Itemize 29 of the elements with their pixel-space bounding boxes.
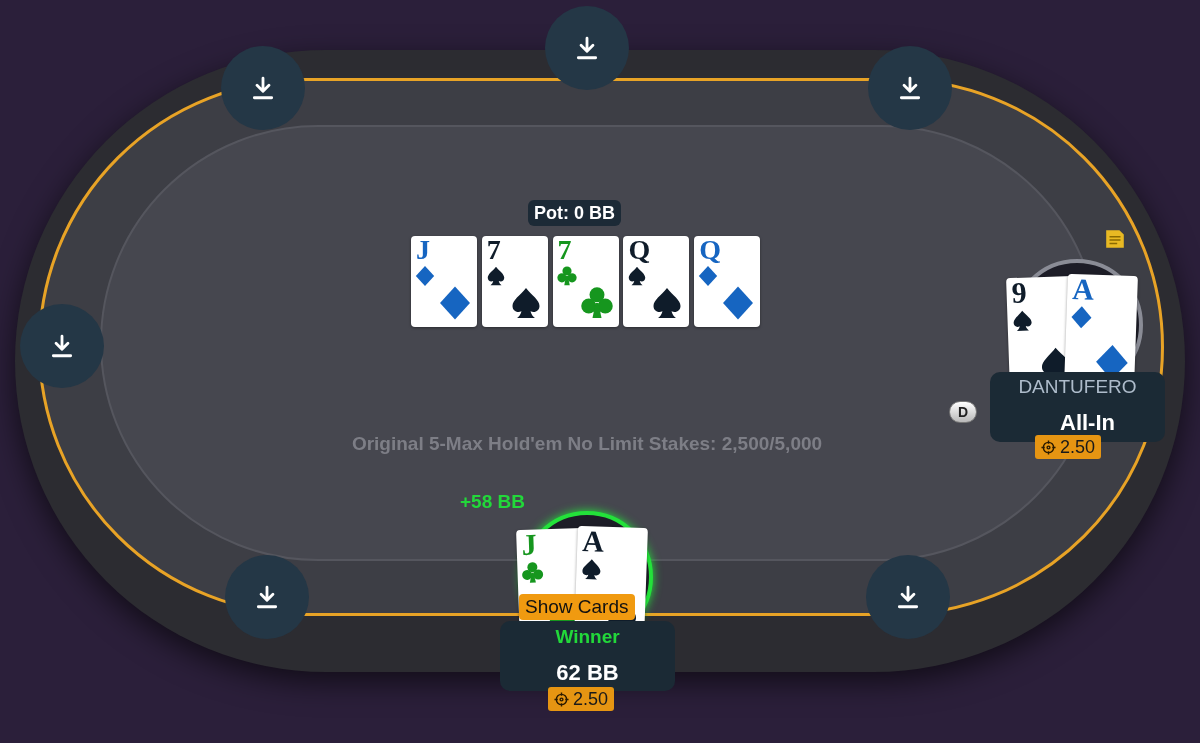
card-rank: J	[521, 529, 538, 561]
download-icon	[49, 333, 75, 359]
card-rank: 9	[1011, 277, 1028, 309]
club-icon	[520, 560, 545, 586]
download-icon	[895, 584, 921, 610]
winnings-amount: +58 BB	[460, 490, 525, 514]
crosshair-icon	[1041, 439, 1056, 455]
download-icon	[897, 75, 923, 101]
bet-amount: 2.50	[1060, 438, 1096, 456]
pot-label: Pot: 0 BB	[528, 200, 621, 226]
note-icon[interactable]	[1104, 228, 1126, 250]
card-rank: Q	[628, 236, 651, 264]
stack-amount: 62 BB	[555, 659, 620, 687]
card-rank: A	[1071, 274, 1095, 305]
download-icon	[574, 35, 600, 61]
diamond-icon	[1069, 304, 1094, 330]
crosshair-icon	[554, 691, 569, 707]
show-cards-button[interactable]: Show Cards	[519, 594, 635, 620]
card-rank: 7	[486, 236, 501, 264]
status-label: All-In	[1059, 409, 1116, 437]
player-name: DANTUFERO	[1017, 375, 1138, 399]
card-rank: Q	[699, 236, 721, 264]
card-rank: J	[416, 236, 430, 264]
card-rank: A	[581, 526, 605, 557]
download-icon	[254, 584, 280, 610]
result-label: Winner	[554, 625, 621, 649]
download-icon	[250, 75, 276, 101]
bet-amount: 2.50	[573, 690, 609, 708]
card-rank: 7	[557, 236, 572, 264]
